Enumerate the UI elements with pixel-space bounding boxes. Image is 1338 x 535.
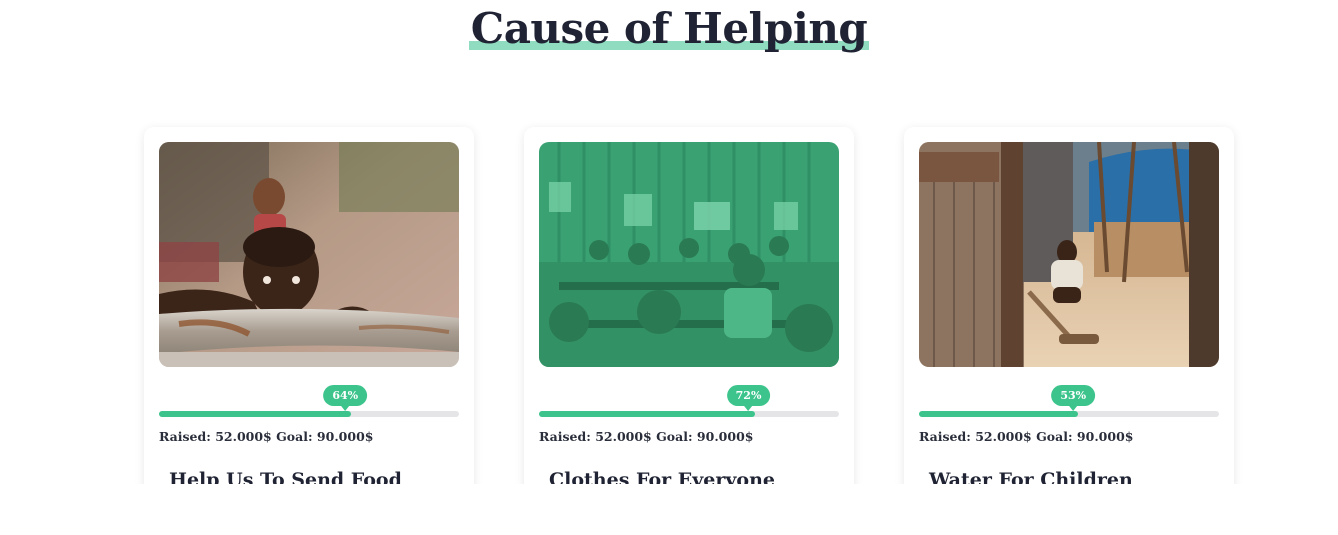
cause-image-classroom[interactable] bbox=[539, 142, 839, 367]
cause-card[interactable]: 72% Raised: 52.000$ Goal: 90.000$ Clothe… bbox=[524, 127, 854, 484]
progress-bar: 53% bbox=[919, 385, 1219, 417]
progress-fill bbox=[539, 411, 755, 417]
progress-fill bbox=[159, 411, 351, 417]
progress-bar: 72% bbox=[539, 385, 839, 417]
cause-image-boy-railing[interactable] bbox=[159, 142, 459, 367]
cause-title-link[interactable]: Help Us To Send Food bbox=[169, 469, 402, 484]
progress-bar: 64% bbox=[159, 385, 459, 417]
raised-goal-text: Raised: 52.000$ Goal: 90.000$ bbox=[919, 429, 1134, 444]
cause-title-link[interactable]: Water For Children bbox=[929, 469, 1133, 484]
progress-badge: 64% bbox=[323, 385, 368, 411]
causes-viewport: 64% Raised: 52.000$ Goal: 90.000$ Help U… bbox=[0, 0, 1338, 484]
raised-goal-text: Raised: 52.000$ Goal: 90.000$ bbox=[539, 429, 754, 444]
cause-title-link[interactable]: Clothes For Everyone bbox=[549, 469, 775, 484]
cause-card[interactable]: 64% Raised: 52.000$ Goal: 90.000$ Help U… bbox=[144, 127, 474, 484]
raised-goal-text: Raised: 52.000$ Goal: 90.000$ bbox=[159, 429, 374, 444]
progress-fill bbox=[919, 411, 1078, 417]
cause-photo bbox=[919, 142, 1219, 367]
progress-badge: 72% bbox=[726, 385, 771, 411]
cause-photo bbox=[159, 142, 459, 367]
cause-card[interactable]: 53% Raised: 52.000$ Goal: 90.000$ Water … bbox=[904, 127, 1234, 484]
progress-badge: 53% bbox=[1051, 385, 1096, 411]
cause-photo bbox=[539, 142, 839, 367]
cause-image-child-shack[interactable] bbox=[919, 142, 1219, 367]
